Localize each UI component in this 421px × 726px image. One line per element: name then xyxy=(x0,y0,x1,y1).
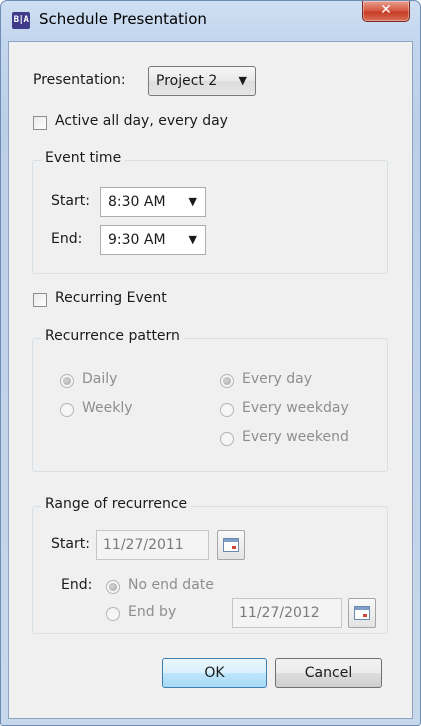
range-start-calendar-button[interactable] xyxy=(217,530,245,560)
chevron-down-icon: ▼ xyxy=(188,233,197,246)
range-end-date-field[interactable]: 11/27/2012 xyxy=(232,598,342,628)
every-weekday-label: Every weekday xyxy=(242,400,349,416)
dialog-body: Presentation: Project 2 ▼ Active all day… xyxy=(8,41,413,719)
daily-radio[interactable] xyxy=(60,374,74,388)
no-end-date-radio[interactable] xyxy=(106,580,120,594)
range-end-label: End: xyxy=(61,577,93,593)
calendar-icon xyxy=(354,606,370,620)
range-of-recurrence-legend: Range of recurrence xyxy=(41,496,192,512)
event-end-time-dropdown[interactable]: 9:30 AM ▼ xyxy=(100,225,206,255)
chevron-down-icon: ▼ xyxy=(188,195,197,208)
every-day-label: Every day xyxy=(242,371,312,387)
close-icon: ✕ xyxy=(380,2,392,18)
event-end-label: End: xyxy=(51,231,83,247)
every-weekday-radio[interactable] xyxy=(220,403,234,417)
calendar-icon xyxy=(223,538,239,552)
active-all-day-checkbox[interactable] xyxy=(33,116,47,130)
daily-label: Daily xyxy=(82,371,118,387)
end-by-radio[interactable] xyxy=(106,607,120,621)
every-day-radio[interactable] xyxy=(220,374,234,388)
recurring-event-checkbox[interactable] xyxy=(33,293,47,307)
recurring-event-label[interactable]: Recurring Event xyxy=(55,290,167,306)
ok-button[interactable]: OK xyxy=(162,658,267,688)
presentation-label: Presentation: xyxy=(33,72,126,88)
schedule-presentation-dialog: B|A Schedule Presentation ✕ Presentation… xyxy=(0,0,421,726)
event-start-time-dropdown[interactable]: 8:30 AM ▼ xyxy=(100,187,206,217)
chevron-down-icon: ▼ xyxy=(238,74,247,87)
every-weekend-label: Every weekend xyxy=(242,429,349,445)
event-start-time-value: 8:30 AM xyxy=(108,194,166,210)
recurrence-pattern-legend: Recurrence pattern xyxy=(41,328,184,344)
presentation-selected-value: Project 2 xyxy=(156,73,218,89)
weekly-radio[interactable] xyxy=(60,403,74,417)
presentation-dropdown[interactable]: Project 2 ▼ xyxy=(148,66,256,96)
every-weekend-radio[interactable] xyxy=(220,432,234,446)
weekly-label: Weekly xyxy=(82,400,133,416)
cancel-button[interactable]: Cancel xyxy=(275,658,382,688)
event-time-legend: Event time xyxy=(41,150,126,166)
range-end-calendar-button[interactable] xyxy=(348,598,376,628)
end-by-label: End by xyxy=(128,604,177,620)
active-all-day-label[interactable]: Active all day, every day xyxy=(55,113,228,129)
title-bar[interactable]: B|A Schedule Presentation ✕ xyxy=(1,1,420,41)
no-end-date-label: No end date xyxy=(128,577,214,593)
range-start-date-field[interactable]: 11/27/2011 xyxy=(96,530,209,560)
window-title: Schedule Presentation xyxy=(39,10,207,28)
close-button[interactable]: ✕ xyxy=(362,1,410,22)
app-icon: B|A xyxy=(12,12,30,29)
event-start-label: Start: xyxy=(51,193,90,209)
event-end-time-value: 9:30 AM xyxy=(108,232,166,248)
event-time-group xyxy=(32,160,388,274)
range-start-label: Start: xyxy=(51,536,90,552)
